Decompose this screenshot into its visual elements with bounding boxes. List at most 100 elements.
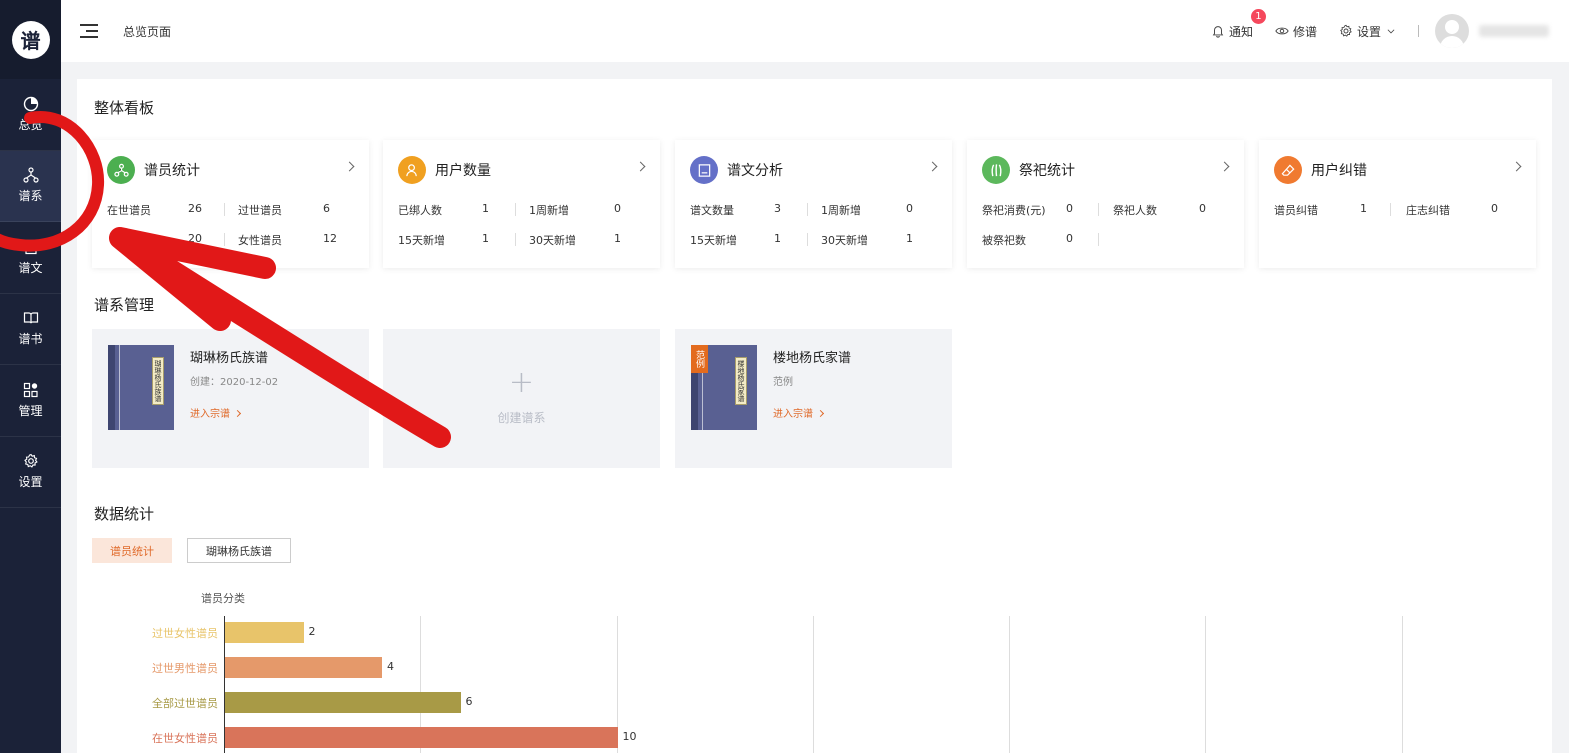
chevron-right-icon[interactable]: [1219, 161, 1230, 172]
edit-label: 修谱: [1292, 24, 1317, 39]
username-blurred: [1479, 25, 1549, 37]
sidebar: 谱 总览 谱系 谱文 谱书 管理 设置: [0, 0, 61, 753]
chevron-right-icon[interactable]: [1511, 161, 1522, 172]
genealogy-title: 谱系管理: [94, 296, 155, 314]
stat-card-worship[interactable]: 祭祀统计 祭祀消费(元) 0 祭祀人数 0 被祭祀数 0: [967, 140, 1244, 268]
create-genealogy-card[interactable]: + 创建谱系: [383, 329, 660, 468]
stat-value: 0: [1199, 202, 1206, 215]
sidebar-item-manage[interactable]: 管理: [0, 365, 61, 437]
sidebar-item-books[interactable]: 谱书: [0, 294, 61, 365]
sidebar-item-settings[interactable]: 设置: [0, 437, 61, 508]
stat-card-title: 祭祀统计: [1019, 163, 1075, 179]
logo[interactable]: 谱: [11, 20, 50, 59]
dashboard-panel: 整体看板 谱员统计 在世谱员 26 过世谱员 6 20 女性谱员 12 用户数量…: [77, 79, 1552, 753]
stat-label: 被祭祀数: [982, 234, 1026, 247]
overview-title: 整体看板: [94, 99, 155, 117]
chart-category-label: 在世女性谱员: [152, 732, 218, 745]
chevron-down-icon: [1387, 29, 1395, 34]
stat-label: 谱文数量: [690, 204, 734, 217]
sidebar-item-overview[interactable]: 总览: [0, 79, 61, 151]
avatar[interactable]: [1435, 14, 1469, 48]
settings-label: 设置: [1356, 24, 1381, 39]
chart-grid-line: [1009, 616, 1010, 753]
stat-label: 祭祀人数: [1113, 204, 1157, 217]
stat-card-title: 谱员统计: [144, 163, 200, 179]
stat-divider: [1390, 203, 1391, 216]
stat-value: 0: [1066, 232, 1073, 245]
stat-label: 1周新增: [529, 204, 569, 217]
genealogy-created: 创建：2020-12-02: [190, 377, 279, 388]
sidebar-item-label: 谱系: [18, 189, 43, 204]
stat-label: 15天新增: [398, 234, 445, 247]
chart-bar-value: 6: [465, 695, 473, 708]
stat-label: 在世谱员: [107, 204, 151, 217]
stat-label: 庄志纠错: [1406, 204, 1450, 217]
logo-area: 谱: [0, 0, 61, 79]
stat-card-title: 用户数量: [435, 163, 491, 179]
chart-bar[interactable]: [225, 622, 304, 643]
stat-value: 6: [323, 202, 330, 215]
stat-card-users[interactable]: 用户数量 已绑人数 1 1周新增 0 15天新增 1 30天新增 1: [383, 140, 660, 268]
stat-label: 30天新增: [821, 234, 868, 247]
sidebar-item-articles[interactable]: 谱文: [0, 222, 61, 294]
chevron-right-icon[interactable]: [635, 161, 646, 172]
chart-grid-line: [1401, 616, 1403, 753]
link-label: 进入宗谱: [773, 409, 813, 420]
stat-label: 祭祀消费(元): [982, 204, 1046, 217]
stat-divider: [224, 233, 225, 246]
incense-icon: [982, 156, 1010, 184]
stat-label: 谱员纠错: [1274, 204, 1318, 217]
sidebar-item-lineage[interactable]: 谱系: [0, 150, 61, 222]
enter-genealogy-link[interactable]: 进入宗谱: [773, 405, 825, 420]
stat-card-title: 用户纠错: [1311, 163, 1367, 179]
chart-bar[interactable]: [225, 727, 618, 748]
chevron-right-icon[interactable]: [927, 161, 938, 172]
stat-label: 30天新增: [529, 234, 576, 247]
chart-bar-value: 2: [308, 625, 316, 638]
stat-label: 1周新增: [821, 204, 861, 217]
stat-value: 0: [614, 202, 621, 215]
genealogy-card[interactable]: 范例 楼地杨氏家谱 楼地杨氏家谱 范例 进入宗谱: [675, 329, 952, 468]
tab-genealogy-filter[interactable]: 瑚琳杨氏族谱: [187, 538, 291, 563]
grid-icon: [23, 382, 38, 397]
stat-card-members[interactable]: 谱员统计 在世谱员 26 过世谱员 6 20 女性谱员 12: [92, 140, 369, 268]
stat-row: 被祭祀数 0: [982, 232, 1229, 248]
edit-genealogy-button[interactable]: 修谱: [1275, 23, 1317, 40]
stat-label: 过世谱员: [238, 204, 282, 217]
stat-divider: [515, 203, 516, 216]
stat-card-title: 谱文分析: [727, 163, 783, 179]
chevron-right-icon[interactable]: [344, 161, 355, 172]
stat-card-corrections[interactable]: 用户纠错 谱员纠错 1 庄志纠错 0: [1259, 140, 1536, 268]
notify-badge: 1: [1250, 8, 1266, 24]
stat-divider: [807, 233, 808, 246]
stat-row: 20 女性谱员 12: [107, 232, 354, 248]
genealogy-name: 瑚琳杨氏族谱: [190, 351, 269, 366]
chart-bar[interactable]: [225, 657, 382, 678]
notify-button[interactable]: 通知 1: [1211, 8, 1266, 40]
stat-value: 0: [1066, 202, 1073, 215]
settings-dropdown[interactable]: 设置: [1339, 23, 1400, 40]
chart-grid-line: [812, 616, 814, 753]
enter-genealogy-link[interactable]: 进入宗谱: [190, 405, 242, 420]
sample-tag: 范例: [691, 345, 708, 373]
stat-value: 1: [906, 232, 913, 245]
sidebar-item-label: 管理: [18, 403, 43, 418]
chart-grid-line: [1205, 616, 1207, 753]
genealogy-card[interactable]: 瑚琳杨氏族谱 瑚琳杨氏族谱 创建：2020-12-02 进入宗谱: [92, 329, 369, 468]
notify-label: 通知: [1228, 24, 1253, 39]
genealogy-sample-label: 范例: [773, 377, 793, 388]
stat-value: 1: [1360, 202, 1367, 215]
document-icon: [24, 239, 37, 254]
book-cover: 范例 楼地杨氏家谱: [691, 345, 757, 430]
stat-value: 3: [774, 202, 781, 215]
chart-bar-value: 10: [622, 730, 637, 743]
stat-row: 15天新增 1 30天新增 1: [690, 232, 937, 248]
stat-card-articles[interactable]: 谱文分析 谱文数量 3 1周新增 0 15天新增 1 30天新增 1: [675, 140, 952, 268]
stat-value: 1: [482, 202, 489, 215]
stat-label: 15天新增: [690, 234, 737, 247]
eye-icon: [1275, 27, 1289, 35]
chart-bar[interactable]: [225, 692, 461, 713]
stat-value: 26: [188, 202, 202, 215]
tab-member-stats[interactable]: 谱员统计: [92, 538, 172, 563]
menu-toggle-icon[interactable]: [80, 24, 98, 38]
